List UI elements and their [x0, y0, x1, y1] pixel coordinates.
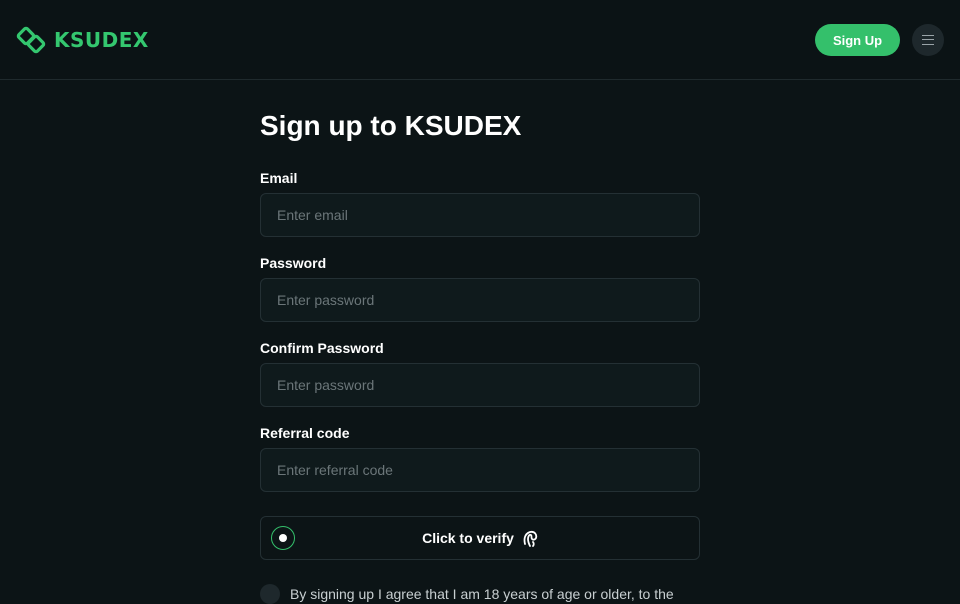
fingerprint-icon	[523, 530, 538, 547]
brand-logo[interactable]: KSUDEX	[16, 24, 149, 56]
referral-code-field[interactable]	[260, 448, 700, 492]
confirm-password-field[interactable]	[260, 363, 700, 407]
brand-name: KSUDEX	[54, 28, 149, 52]
top-header: KSUDEX Sign Up	[0, 0, 960, 80]
referral-code-label: Referral code	[260, 425, 350, 441]
hamburger-menu-icon	[922, 35, 934, 45]
terms-checkbox[interactable]	[260, 584, 280, 604]
confirm-password-label: Confirm Password	[260, 340, 384, 356]
signup-form: Sign up to KSUDEX Email Password Confirm…	[260, 108, 700, 604]
terms-text: By signing up I agree that I am 18 years…	[290, 586, 674, 602]
menu-button[interactable]	[912, 24, 944, 56]
page-title: Sign up to KSUDEX	[260, 110, 522, 141]
verify-label: Click to verify	[422, 530, 514, 546]
password-label: Password	[260, 255, 327, 271]
header-signup-button[interactable]: Sign Up	[815, 24, 900, 56]
email-field[interactable]	[260, 193, 700, 237]
verify-button[interactable]: Click to verify	[260, 516, 700, 560]
terms-agreement-row: By signing up I agree that I am 18 years…	[260, 584, 700, 604]
password-field[interactable]	[260, 278, 700, 322]
ksudex-logo-icon	[16, 26, 46, 54]
email-label: Email	[260, 170, 298, 186]
verify-radio-icon	[271, 526, 295, 550]
